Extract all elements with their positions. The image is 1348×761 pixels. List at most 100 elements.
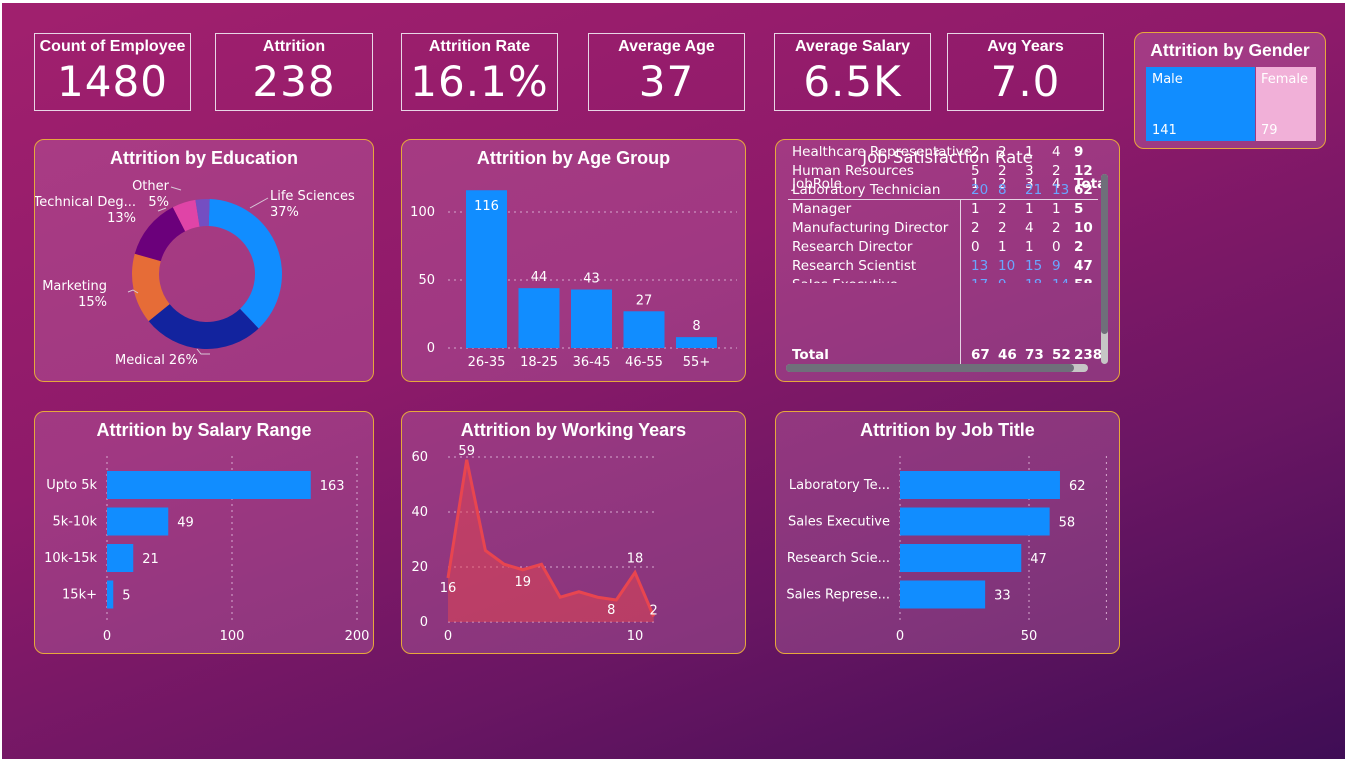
donut-label: Life Sciences	[270, 189, 355, 204]
table-body: Healthcare Representative 2 2 1 4 9 Human Reso…	[776, 140, 1106, 283]
data-label: 2	[650, 604, 658, 619]
row-cell: 9	[998, 277, 1007, 283]
donut-label: Medical 26%	[115, 353, 198, 368]
data-label: 59	[458, 444, 475, 459]
gender-title: Attrition by Gender	[1150, 40, 1310, 60]
row-cell: 0	[971, 239, 980, 255]
row-cell: 2	[998, 220, 1007, 236]
row-role: Research Director	[792, 239, 913, 255]
total-cell: 67	[971, 347, 990, 363]
female-tile[interactable]: Female 79	[1256, 67, 1316, 141]
y-tick-label: Upto 5k	[46, 478, 97, 493]
bar	[900, 580, 986, 609]
data-label: 5	[122, 589, 130, 604]
row-cell: 2	[971, 220, 980, 236]
leader-line	[170, 186, 182, 191]
salary-range-card[interactable]: Attrition by Salary Range 0 100 200 Upto 5k…	[34, 411, 374, 654]
row-cell: 2	[998, 201, 1007, 217]
kpi-employee-count[interactable]: Count of Employee 1480	[34, 33, 191, 111]
total-cell: Total	[792, 347, 829, 363]
x-tick-label: 18-25	[520, 355, 558, 370]
y-tick-label: 20	[411, 560, 428, 575]
row-cell: 18	[1025, 277, 1042, 283]
y-tick-label: 0	[420, 615, 428, 630]
y-tick-label: Research Scie...	[787, 551, 890, 566]
row-cell: 1	[1025, 201, 1034, 217]
row-cell: 5	[971, 163, 980, 179]
y-tick-label: 100	[410, 205, 435, 220]
leader-line	[196, 348, 210, 355]
donut-label: 13%	[107, 211, 136, 226]
y-tick-label: 15k+	[62, 588, 97, 603]
kpi-value: 37	[638, 57, 695, 106]
working-years-card[interactable]: Attrition by Working Years 0 20 40 60 0 10 16 5…	[401, 411, 746, 654]
kpi-avg-years[interactable]: Avg Years 7.0	[947, 33, 1104, 111]
vertical-scrollbar-thumb[interactable]	[1101, 174, 1108, 334]
kpi-label: Average Age	[618, 38, 715, 55]
row-cell: 13	[971, 258, 989, 274]
row-cell: 1	[1052, 201, 1061, 217]
row-cell: 5	[1074, 201, 1084, 217]
bar	[676, 337, 717, 348]
row-role: Research Scientist	[792, 258, 917, 274]
row-cell: 1	[1025, 239, 1034, 255]
row-cell: 14	[1052, 277, 1069, 283]
row-cell: 0	[1052, 239, 1061, 255]
data-label: 58	[1059, 516, 1076, 531]
row-cell: 4	[1025, 220, 1034, 236]
donut-label: Technical Deg...	[35, 195, 136, 210]
row-cell: 13	[1052, 182, 1070, 198]
data-label: 27	[636, 293, 653, 308]
data-label: 21	[142, 552, 159, 567]
row-cell: 47	[1074, 258, 1093, 274]
male-tile[interactable]: Male 141	[1146, 67, 1255, 141]
bar	[900, 507, 1050, 536]
job-satisfaction-card[interactable]: Job Satisfaction Rate JobRole 1 2 3 4 Tota Hea…	[775, 139, 1120, 382]
data-label: 33	[994, 589, 1011, 604]
attrition-by-gender-card[interactable]: Attrition by Gender Male 141 Female 79	[1134, 32, 1326, 149]
kpi-label: Count of Employee	[39, 38, 186, 55]
kpi-value: 6.5K	[803, 57, 902, 106]
bar	[107, 471, 311, 499]
donut-label: 5%	[148, 195, 169, 210]
row-cell: 2	[998, 163, 1007, 179]
kpi-attrition-rate[interactable]: Attrition Rate 16.1%	[401, 33, 558, 111]
kpi-average-salary[interactable]: Average Salary 6.5K	[774, 33, 931, 111]
horizontal-scrollbar[interactable]	[786, 364, 1088, 372]
kpi-label: Attrition Rate	[428, 38, 531, 55]
area-fill	[448, 459, 654, 622]
data-label: 43	[583, 272, 600, 287]
y-tick-label: 40	[411, 505, 428, 520]
vertical-scrollbar[interactable]	[1101, 174, 1108, 364]
horizontal-scrollbar-thumb[interactable]	[786, 364, 1074, 372]
male-label: Male	[1152, 72, 1183, 87]
row-cell: 8	[998, 182, 1007, 198]
job-title-card[interactable]: Attrition by Job Title 0 50 Laboratory Te.…	[775, 411, 1120, 654]
age-group-card[interactable]: Attrition by Age Group 0 50 100 116 26-35 44 1…	[401, 139, 746, 382]
row-cell: 2	[1074, 239, 1084, 255]
female-label: Female	[1261, 72, 1309, 87]
kpi-average-age[interactable]: Average Age 37	[588, 33, 745, 111]
x-tick-label: 200	[345, 629, 370, 644]
job-satisfaction-table: JobRole 1 2 3 4 Tota Healthcare Representative…	[776, 140, 1121, 383]
x-tick-label: 36-45	[573, 355, 611, 370]
row-cell: 58	[1074, 277, 1093, 283]
data-label: 44	[531, 270, 548, 285]
leader-line	[249, 197, 269, 209]
row-role: Healthcare Representative	[792, 144, 972, 160]
row-cell: 10	[1074, 220, 1093, 236]
kpi-label: Attrition	[262, 38, 326, 55]
donut-label: 37%	[270, 205, 299, 220]
kpi-value: 7.0	[990, 57, 1061, 106]
row-role: Manager	[792, 201, 852, 217]
bar	[107, 580, 114, 609]
row-cell: 1	[1025, 144, 1034, 160]
row-cell: 12	[1074, 163, 1093, 179]
row-cell: 2	[998, 144, 1007, 160]
data-label: 116	[474, 199, 499, 214]
education-card[interactable]: Attrition by Education Life Sciences 37% M…	[34, 139, 374, 382]
y-tick-label: Sales Represe...	[786, 588, 890, 603]
kpi-attrition[interactable]: Attrition 238	[215, 33, 373, 111]
bar	[518, 288, 560, 348]
row-cell: 9	[1052, 258, 1061, 274]
